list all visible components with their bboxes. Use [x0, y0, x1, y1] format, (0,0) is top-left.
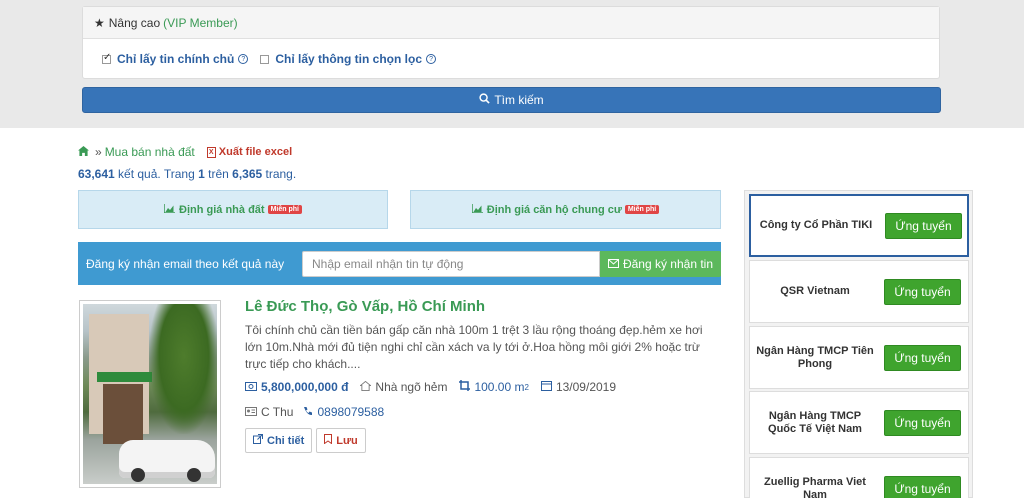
listing-thumbnail[interactable] — [79, 300, 221, 488]
save-button-label: Lưu — [336, 434, 358, 447]
job-company[interactable]: Công ty Cổ Phần TIKI — [751, 219, 881, 232]
help-icon[interactable]: ? — [426, 54, 437, 64]
land-valuation-label: Định giá nhà đất — [179, 203, 265, 216]
id-card-icon — [245, 405, 257, 419]
email-signup-button-label: Đăng ký nhận tin — [622, 256, 714, 271]
filter-selected-info[interactable]: Chỉ lấy thông tin chọn lọc ? — [260, 52, 437, 66]
search-button[interactable]: Tìm kiếm — [82, 87, 941, 113]
free-badge: Miễn phí — [267, 205, 302, 214]
filter-selected-info-label[interactable]: Chỉ lấy thông tin chọn lọc — [275, 52, 422, 66]
calendar-icon — [540, 380, 552, 394]
job-item[interactable]: QSR Vietnam Ứng tuyển — [749, 260, 969, 323]
export-excel-label: Xuất file excel — [218, 146, 293, 158]
listing-area: 100.00 m2 — [459, 380, 529, 394]
listing-price: 5,800,000,000 đ — [245, 380, 348, 394]
job-item[interactable]: Zuellig Pharma Viet Nam Ứng tuyển — [749, 457, 969, 498]
email-signup-bar: Đăng ký nhận email theo kết quả này Nhập… — [78, 242, 721, 285]
external-link-icon — [253, 434, 263, 447]
free-badge: Miễn phí — [624, 205, 660, 214]
search-button-label: Tìm kiếm — [494, 93, 544, 107]
breadcrumb-separator: » — [95, 145, 102, 159]
area-icon — [459, 380, 471, 394]
listing-meta: 5,800,000,000 đ Nhà ngõ hẻm 100.00 m2 13… — [245, 380, 628, 394]
listing-title[interactable]: Lê Đức Thọ, Gò Vấp, Hồ Chí Minh — [245, 298, 485, 315]
export-excel-link[interactable]: X Xuất file excel — [206, 146, 293, 158]
listing-date: 13/09/2019 — [540, 380, 616, 394]
filter-owner-only[interactable]: Chỉ lấy tin chính chủ ? — [102, 52, 249, 66]
search-icon — [479, 93, 490, 107]
apply-button[interactable]: Ứng tuyển — [885, 212, 962, 239]
star-icon: ★ — [94, 15, 105, 30]
job-company[interactable]: Ngân Hàng TMCP Tiên Phong — [750, 345, 880, 371]
house-photo — [83, 304, 217, 484]
listing-actions: Chi tiết Lưu — [245, 428, 370, 453]
apply-button[interactable]: Ứng tuyển — [884, 475, 961, 498]
contact-name: C Thu — [245, 405, 293, 419]
advanced-label: Nâng cao — [108, 15, 161, 30]
bookmark-icon — [324, 434, 333, 447]
chart-icon — [163, 203, 176, 216]
job-item[interactable]: Công ty Cổ Phần TIKI Ứng tuyển — [749, 194, 969, 257]
vip-member-link[interactable]: (VIP Member) — [163, 16, 237, 30]
job-company[interactable]: QSR Vietnam — [750, 285, 880, 298]
job-item[interactable]: Ngân Hàng TMCP Tiên Phong Ứng tuyển — [749, 326, 969, 389]
excel-icon: X — [206, 146, 216, 158]
detail-button[interactable]: Chi tiết — [245, 428, 313, 453]
job-company[interactable]: Zuellig Pharma Viet Nam — [750, 476, 880, 498]
listing-contact: C Thu 0898079588 — [245, 405, 394, 419]
job-sidebar: Công ty Cổ Phần TIKI Ứng tuyển QSR Vietn… — [744, 190, 973, 498]
listing-description: Tôi chính chủ cần tiền bán gấp căn nhà 1… — [245, 323, 703, 371]
help-icon[interactable]: ? — [238, 54, 249, 64]
chart-icon — [471, 203, 483, 216]
email-input[interactable]: Nhập email nhận tin tự động — [301, 250, 600, 277]
email-signup-text: Đăng ký nhận email theo kết quả này — [86, 256, 285, 271]
checkbox-owner-only[interactable] — [102, 52, 111, 64]
apply-button[interactable]: Ứng tuyển — [884, 344, 961, 371]
breadcrumb: » Mua bán nhà đất X Xuất file excel — [78, 145, 292, 159]
contact-phone[interactable]: 0898079588 — [303, 405, 384, 419]
advanced-header[interactable]: ★ Nâng cao (VIP Member) — [83, 7, 939, 39]
phone-icon — [303, 405, 313, 419]
breadcrumb-item[interactable]: Mua bán nhà đất — [105, 145, 195, 159]
filter-owner-only-label[interactable]: Chỉ lấy tin chính chủ — [117, 52, 234, 66]
home-type-icon — [359, 380, 373, 394]
email-signup-button[interactable]: Đăng ký nhận tin — [599, 250, 721, 277]
apply-button[interactable]: Ứng tuyển — [884, 409, 961, 436]
listing-type: Nhà ngõ hẻm — [359, 380, 447, 394]
home-icon[interactable] — [78, 145, 89, 159]
checkbox-selected-info[interactable] — [260, 54, 270, 64]
results-summary: 63,641 kết quả. Trang 1 trên 6,365 trang… — [78, 167, 297, 181]
apply-button[interactable]: Ứng tuyển — [884, 278, 961, 305]
envelope-icon — [607, 257, 619, 271]
money-icon — [245, 380, 257, 394]
save-button[interactable]: Lưu — [316, 428, 366, 453]
apartment-valuation-label: Định giá căn hộ chung cư — [486, 203, 622, 216]
job-item[interactable]: Ngân Hàng TMCP Quốc Tế Việt Nam Ứng tuyể… — [749, 391, 969, 454]
land-valuation-box[interactable]: Định giá nhà đất Miễn phí — [78, 190, 388, 229]
job-company[interactable]: Ngân Hàng TMCP Quốc Tế Việt Nam — [750, 410, 880, 436]
apartment-valuation-box[interactable]: Định giá căn hộ chung cư Miễn phí — [410, 190, 721, 229]
advanced-filter-panel: ★ Nâng cao (VIP Member) Chỉ lấy tin chín… — [82, 6, 940, 79]
detail-button-label: Chi tiết — [267, 434, 305, 447]
